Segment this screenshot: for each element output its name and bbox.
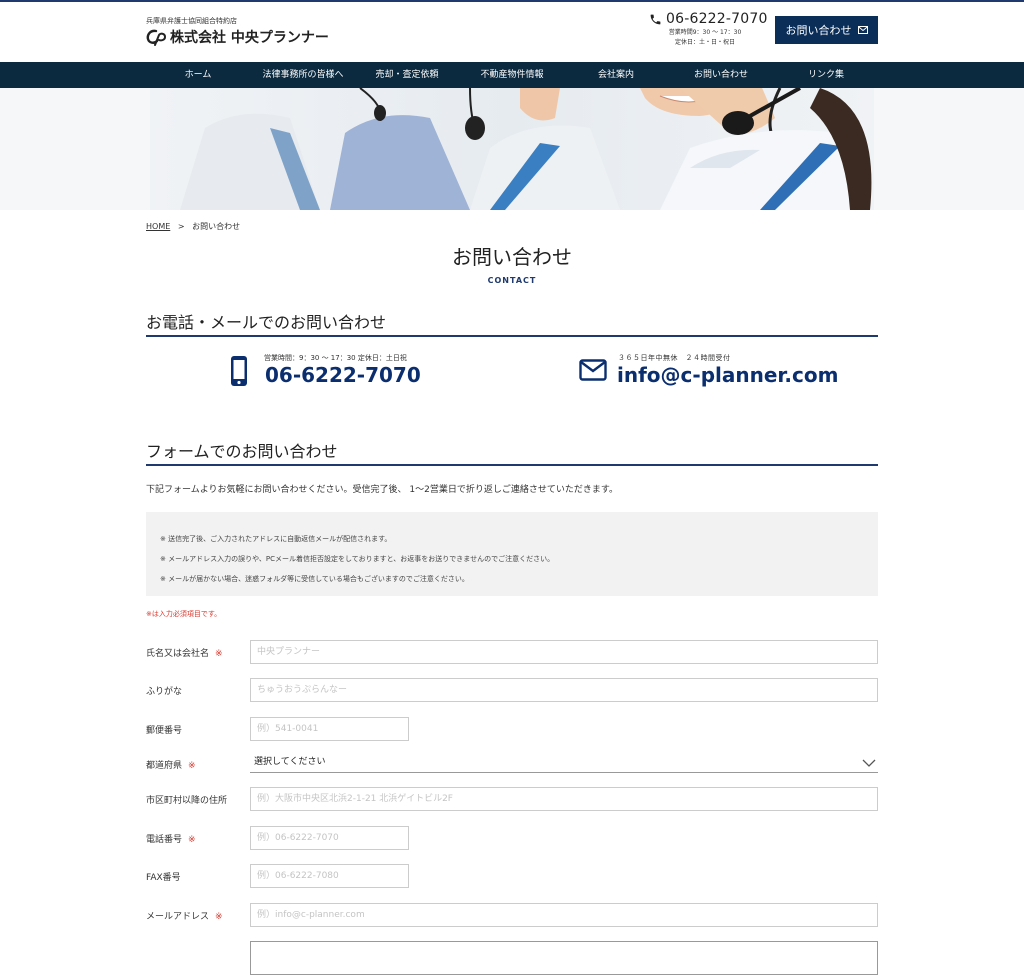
global-nav: ホーム 法律事務所の皆様へ 売却・査定依頼 不動産物件情報 会社案内 お問い合わ… <box>0 62 1024 88</box>
mail-icon <box>579 359 607 381</box>
address-input[interactable]: 例）大阪市中央区北浜2-1-21 北浜ゲイトビル2F <box>250 787 878 811</box>
chevron-down-icon <box>862 759 876 767</box>
breadcrumb-separator: > <box>177 222 185 231</box>
breadcrumb-home-link[interactable]: HOME <box>146 222 170 231</box>
header-contact-button[interactable]: お問い合わせ <box>775 16 878 44</box>
header-phone-number: 06-6222-7070 <box>666 11 768 27</box>
tel-input[interactable]: 例）06-6222-7070 <box>250 826 409 850</box>
nav-item-properties[interactable]: 不動産物件情報 <box>480 62 543 88</box>
tel-label: 電話番号 ※ <box>146 832 196 845</box>
nav-item-contact[interactable]: お問い合わせ <box>694 62 748 88</box>
phone-mail-section-heading: お電話・メールでのお問い合わせ <box>146 313 878 337</box>
header-business-hours: 営業時間9：30 〜 17：30 定休日：土・日・祝日 <box>650 28 760 48</box>
contact-email-address[interactable]: info@c-planner.com <box>617 363 838 387</box>
header-holiday-line: 定休日：土・日・祝日 <box>674 39 735 46</box>
company-name: 株式会社 中央プランナー <box>170 30 329 46</box>
fax-input[interactable]: 例）06-6222-7080 <box>250 864 409 888</box>
kana-label: ふりがな <box>146 687 183 697</box>
form-note: ※ 送信完了後、ご入力されたアドレスに自動返信メールが配信されます。 <box>160 535 392 543</box>
form-section-heading: フォームでのお問い合わせ <box>146 442 878 466</box>
required-mark: ※ <box>215 912 223 922</box>
prefecture-label: 都道府県 ※ <box>146 758 196 771</box>
header-hours-line: 営業時間9：30 〜 17：30 <box>668 29 742 36</box>
phone-business-hours: 営業時間：9：30 〜 17：30 定休日：土日祝 <box>264 354 407 362</box>
required-fields-note: ※は入力必須項目です。 <box>146 610 222 618</box>
mail-icon <box>857 26 868 34</box>
nav-item-home[interactable]: ホーム <box>185 62 212 88</box>
phone-icon <box>650 14 661 24</box>
email-label: メールアドレス ※ <box>146 909 223 922</box>
name-label-text: 氏名又は会社名 <box>146 649 210 659</box>
page-title: お問い合わせ <box>452 245 572 269</box>
nav-item-law-firms[interactable]: 法律事務所の皆様へ <box>262 62 343 88</box>
form-note: ※ メールアドレス入力の誤りや、PCメール着信拒否設定をしておりますと、お返事を… <box>160 555 555 563</box>
form-notes-box: ※ 送信完了後、ご入力されたアドレスに自動返信メールが配信されます。 ※ メール… <box>146 512 878 596</box>
smartphone-icon <box>231 356 247 386</box>
address-label: 市区町村以降の住所 <box>146 796 228 806</box>
site-logo[interactable]: 株式会社 中央プランナー <box>146 27 329 47</box>
required-mark: ※ <box>188 761 196 771</box>
zip-label: 郵便番号 <box>146 726 183 736</box>
page-subtitle: CONTACT <box>487 276 537 285</box>
header-phone[interactable]: 06-6222-7070 <box>649 11 768 27</box>
nav-item-links[interactable]: リンク集 <box>808 62 844 88</box>
prefecture-selected-value: 選択してください <box>254 757 326 767</box>
logo-mark <box>146 29 167 46</box>
form-note: ※ メールが届かない場合、迷惑フォルダ等に受信している場合もございますのでご注意… <box>160 575 469 583</box>
header-contact-label: お問い合わせ <box>785 24 852 37</box>
mail-reception-hours: ３６５日年中無休 ２４時間受付 <box>618 354 731 362</box>
hero-image <box>0 88 1024 210</box>
kana-input[interactable]: ちゅうおうぷらんなー <box>250 678 878 702</box>
required-mark: ※ <box>215 649 223 659</box>
fax-label: FAX番号 <box>146 873 181 883</box>
name-label: 氏名又は会社名 ※ <box>146 646 223 659</box>
email-input[interactable]: 例）info@c-planner.com <box>250 903 878 927</box>
nav-item-company[interactable]: 会社案内 <box>598 62 634 88</box>
zip-input[interactable]: 例）541-0041 <box>250 717 409 741</box>
contact-phone-number[interactable]: 06-6222-7070 <box>265 363 421 387</box>
breadcrumb: HOME > お問い合わせ <box>146 221 240 232</box>
message-textarea[interactable] <box>250 941 878 975</box>
prefecture-select[interactable]: 選択してください <box>250 755 878 773</box>
name-input[interactable]: 中央プランナー <box>250 640 878 664</box>
required-mark: ※ <box>188 835 196 845</box>
tel-label-text: 電話番号 <box>146 835 183 845</box>
email-label-text: メールアドレス <box>146 912 210 922</box>
logo-tagline: 兵庫県弁護士協同組合特約店 <box>146 17 237 25</box>
prefecture-label-text: 都道府県 <box>146 761 183 771</box>
form-intro-text: 下記フォームよりお気軽にお問い合わせください。受信完了後、 1～2営業日で折り返… <box>146 485 618 495</box>
nav-item-sale-appraisal[interactable]: 売却・査定依頼 <box>375 62 438 88</box>
site-header: 兵庫県弁護士協同組合特約店 株式会社 中央プランナー 06-6222-7070 … <box>0 2 1024 62</box>
breadcrumb-current: お問い合わせ <box>192 222 241 231</box>
